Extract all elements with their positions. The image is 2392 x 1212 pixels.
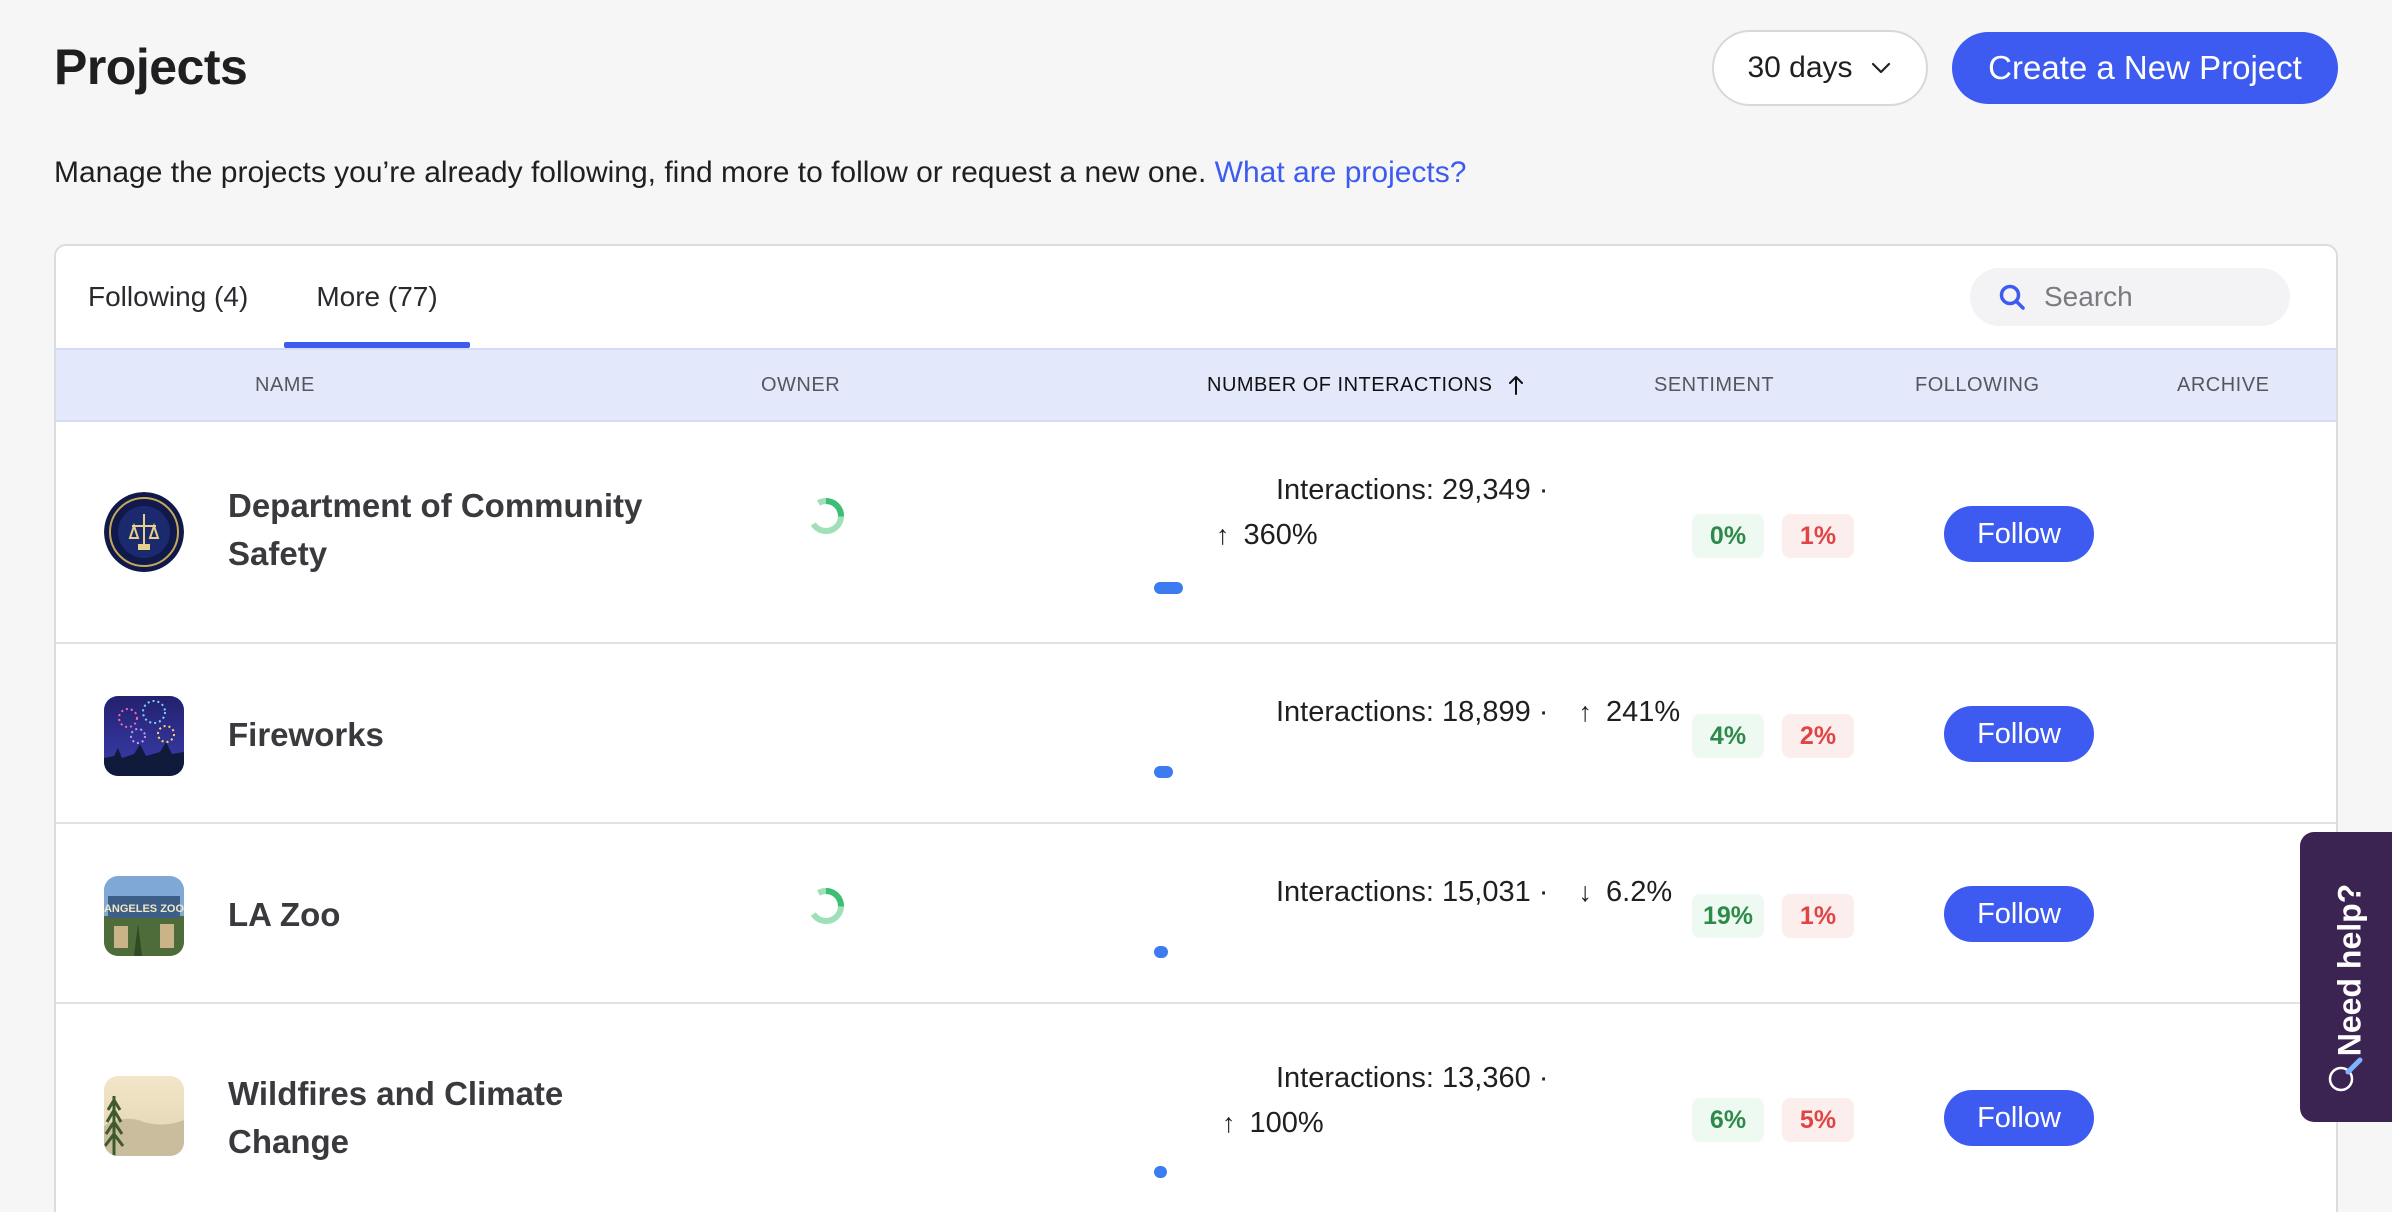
forest-logo-icon [104,1076,184,1156]
sort-arrow-up-icon [1509,376,1524,395]
positive-sentiment-badge: 0% [1692,514,1764,558]
negative-sentiment-badge: 1% [1782,894,1854,938]
column-following[interactable]: FOLLOWING [1915,350,2040,420]
positive-sentiment-badge: 19% [1692,894,1764,938]
interactions-trend: ↓ 6.2% [1579,876,1673,908]
interactions-trend: ↑ 241% [1579,696,1681,728]
table-row: Wildfires and Climate Change Interaction… [56,1006,2336,1212]
owner-loading-spinner-icon [808,498,844,534]
follow-button[interactable]: Follow [1944,506,2094,562]
zoo-logo-icon: ANGELES ZOO [104,876,184,956]
need-help-tab[interactable]: Need help? [2300,832,2392,1122]
need-help-label: Need help? [2331,883,2368,1057]
intro-text: Manage the projects you’re already follo… [54,156,1466,190]
trend-value: 6.2% [1606,876,1673,908]
trend-value: 241% [1606,696,1681,728]
table-row: Fireworks Interactions: 18,899 · ↑ 241% 4… [56,646,2336,824]
owner-loading-spinner-icon [808,888,844,924]
negative-sentiment-badge: 1% [1782,514,1854,558]
trend-value: 360% [1243,519,1318,551]
interactions-info: Interactions: 29,349 · ↑ 360% [1166,468,1686,558]
what-are-projects-link[interactable]: What are projects? [1215,156,1467,189]
trend-up-icon: ↑ [1216,520,1230,550]
column-name[interactable]: NAME [255,350,315,420]
interactions-count: Interactions: 18,899 · [1276,696,1549,728]
negative-sentiment-badge: 2% [1782,714,1854,758]
projects-panel: Following (4) More (77) NAME OWNER NUMBE… [54,244,2338,1212]
column-sentiment[interactable]: SENTIMENT [1654,350,1774,420]
period-value: 30 days [1747,51,1853,84]
help-wand-icon [2328,1057,2363,1092]
table-row: Department of Community Safety Interacti… [56,422,2336,644]
tab-more[interactable]: More (77) [284,246,470,348]
trend-down-icon: ↓ [1578,877,1593,907]
column-interactions-label: NUMBER OF INTERACTIONS [1207,373,1493,396]
interactions-bar [1154,946,1168,958]
interactions-bar [1154,582,1183,594]
follow-button[interactable]: Follow [1944,706,2094,762]
interactions-count: Interactions: 29,349 · [1276,474,1549,506]
project-name[interactable]: Department of Community Safety [228,482,688,578]
interactions-count: Interactions: 13,360 · [1276,1062,1549,1094]
interactions-info: Interactions: 15,031 · ↓ 6.2% [1166,870,1686,915]
period-dropdown[interactable]: 30 days [1712,30,1928,106]
follow-button[interactable]: Follow [1944,886,2094,942]
column-archive[interactable]: ARCHIVE [2177,350,2269,420]
tab-bar: Following (4) More (77) [56,246,2336,348]
trend-up-icon: ↑ [1222,1108,1236,1138]
project-name[interactable]: Fireworks [228,711,688,759]
project-name[interactable]: LA Zoo [228,891,688,939]
search-input[interactable] [2044,276,2274,318]
seal-logo-icon [104,492,184,572]
trend-up-icon: ↑ [1578,697,1593,727]
interactions-trend: ↑ 360% [1166,513,1686,558]
interactions-count: Interactions: 15,031 · [1276,876,1549,908]
chevron-down-icon [1871,62,1890,74]
table-header: NAME OWNER NUMBER OF INTERACTIONS SENTIM… [56,348,2336,422]
intro-description: Manage the projects you’re already follo… [54,156,1207,189]
create-project-button[interactable]: Create a New Project [1952,32,2338,104]
tab-following[interactable]: Following (4) [88,246,248,348]
interactions-bar [1154,1166,1167,1178]
column-owner[interactable]: OWNER [761,350,840,420]
negative-sentiment-badge: 5% [1782,1098,1854,1142]
column-interactions[interactable]: NUMBER OF INTERACTIONS [1207,350,1526,420]
follow-button[interactable]: Follow [1944,1090,2094,1146]
svg-text:ANGELES ZOO: ANGELES ZOO [104,903,184,915]
search-box [1970,268,2290,326]
interactions-bar [1154,766,1173,778]
trend-value: 100% [1249,1107,1324,1139]
page-title: Projects [54,39,248,95]
interactions-info: Interactions: 13,360 · ↑ 100% [1166,1056,1686,1146]
project-name[interactable]: Wildfires and Climate Change [228,1070,688,1166]
positive-sentiment-badge: 4% [1692,714,1764,758]
table-row: ANGELES ZOO LA Zoo Interactions: 15,031 … [56,826,2336,1004]
positive-sentiment-badge: 6% [1692,1098,1764,1142]
search-icon [1999,284,2025,310]
interactions-trend: ↑ 100% [1166,1101,1686,1146]
fireworks-logo-icon [104,696,184,776]
interactions-info: Interactions: 18,899 · ↑ 241% [1166,690,1686,735]
